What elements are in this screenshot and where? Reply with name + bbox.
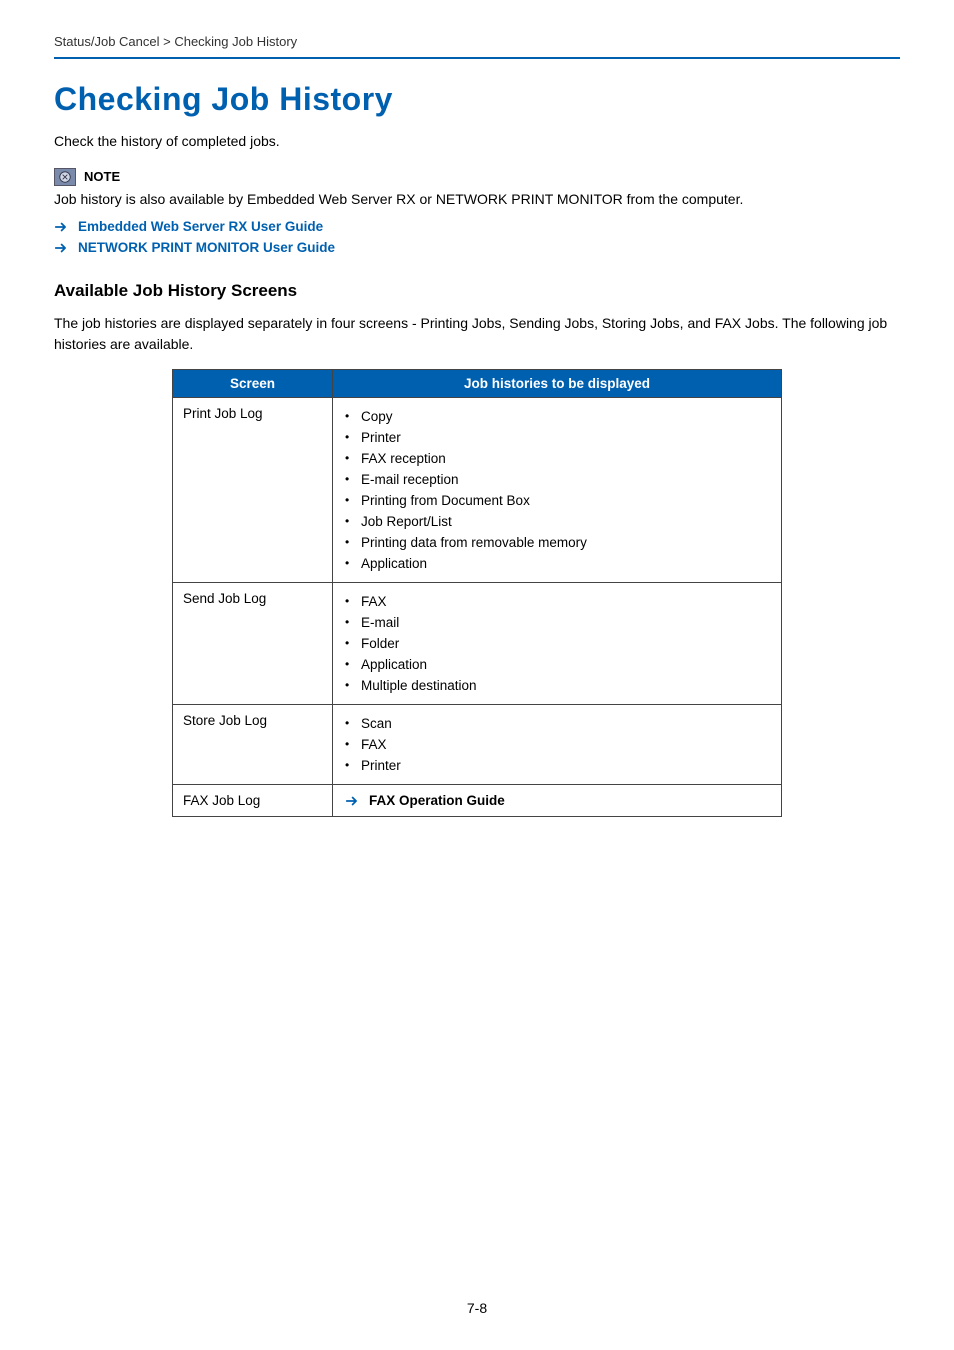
list-item: E-mail reception [343, 469, 771, 490]
note-text: Job history is also available by Embedde… [54, 190, 900, 210]
list-item: Application [343, 553, 771, 574]
histories-cell: FAXE-mailFolderApplicationMultiple desti… [333, 583, 782, 705]
histories-cell: FAX Operation Guide [333, 785, 782, 817]
link-text: NETWORK PRINT MONITOR User Guide [78, 240, 335, 255]
list-item: Scan [343, 713, 771, 734]
screen-cell: Send Job Log [173, 583, 333, 705]
histories-cell: ScanFAXPrinter [333, 705, 782, 785]
table-row: Store Job LogScanFAXPrinter [173, 705, 782, 785]
list-item: E-mail [343, 612, 771, 633]
list-item: Copy [343, 406, 771, 427]
histories-cell: CopyPrinterFAX receptionE-mail reception… [333, 398, 782, 583]
list-item: FAX [343, 734, 771, 755]
list-item: Folder [343, 633, 771, 654]
intro-text: Check the history of completed jobs. [54, 132, 900, 152]
list-item: FAX reception [343, 448, 771, 469]
table-row: FAX Job Log FAX Operation Guide [173, 785, 782, 817]
page-title: Checking Job History [54, 81, 900, 118]
screen-cell: Print Job Log [173, 398, 333, 583]
note-row: NOTE [54, 168, 900, 186]
note-label: NOTE [84, 169, 120, 184]
bullet-list: FAXE-mailFolderApplicationMultiple desti… [343, 591, 771, 696]
link-row[interactable]: Embedded Web Server RX User Guide [54, 219, 900, 234]
list-item: Printing data from removable memory [343, 532, 771, 553]
table-header-histories: Job histories to be displayed [333, 370, 782, 398]
breadcrumb: Status/Job Cancel > Checking Job History [54, 34, 900, 49]
bullet-list: ScanFAXPrinter [343, 713, 771, 776]
link-row[interactable]: NETWORK PRINT MONITOR User Guide [54, 240, 900, 255]
arrow-right-icon [54, 220, 68, 234]
section-paragraph: The job histories are displayed separate… [54, 313, 900, 355]
list-item: Printer [343, 755, 771, 776]
screen-cell: Store Job Log [173, 705, 333, 785]
arrow-right-icon [345, 794, 359, 808]
table-header-screen: Screen [173, 370, 333, 398]
job-history-table: Screen Job histories to be displayed Pri… [172, 369, 782, 817]
list-item: Printer [343, 427, 771, 448]
section-heading: Available Job History Screens [54, 281, 900, 301]
page-number: 7-8 [0, 1300, 954, 1316]
list-item: Application [343, 654, 771, 675]
link-text: Embedded Web Server RX User Guide [78, 219, 323, 234]
list-item: Printing from Document Box [343, 490, 771, 511]
list-item: Job Report/List [343, 511, 771, 532]
arrow-right-icon [54, 241, 68, 255]
cell-link[interactable]: FAX Operation Guide [343, 793, 771, 808]
note-icon [54, 168, 76, 186]
list-item: Multiple destination [343, 675, 771, 696]
table-row: Send Job LogFAXE-mailFolderApplicationMu… [173, 583, 782, 705]
bullet-list: CopyPrinterFAX receptionE-mail reception… [343, 406, 771, 574]
horizontal-rule [54, 57, 900, 59]
screen-cell: FAX Job Log [173, 785, 333, 817]
list-item: FAX [343, 591, 771, 612]
table-row: Print Job LogCopyPrinterFAX receptionE-m… [173, 398, 782, 583]
cell-link-text: FAX Operation Guide [369, 793, 505, 808]
